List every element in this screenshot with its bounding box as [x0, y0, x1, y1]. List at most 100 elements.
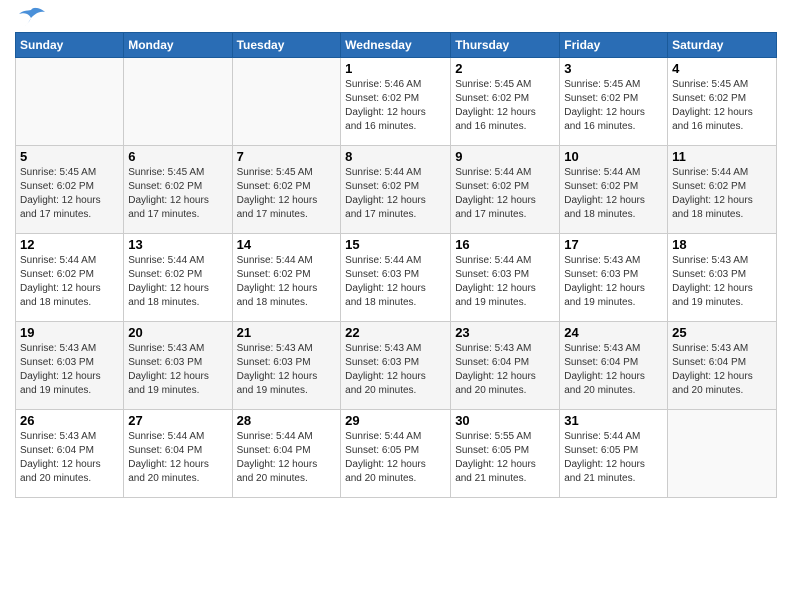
day-info: Sunrise: 5:43 AM Sunset: 6:03 PM Dayligh…: [564, 254, 663, 310]
table-row: 12 Sunrise: 5:44 AM Sunset: 6:02 PM Dayli…: [16, 234, 124, 322]
day-number: 28: [237, 413, 337, 428]
table-row: 30Sunrise: 5:55 AM Sunset: 6:05 PM Dayli…: [451, 410, 560, 498]
table-row: 21 Sunrise: 5:43 AM Sunset: 6:03 PM Dayli…: [232, 322, 341, 410]
logo-bird-icon: [17, 6, 45, 28]
day-number: 1: [345, 61, 446, 76]
day-info: Sunrise: 5:44 AM Sunset: 6:04 PM Dayligh…: [237, 430, 337, 486]
table-row: [232, 58, 341, 146]
day-info: Sunrise: 5:44 AM Sunset: 6:02 PM Dayligh…: [20, 254, 119, 310]
day-number: 11: [672, 149, 772, 164]
day-number: 21: [237, 325, 337, 340]
table-row: 20Sunrise: 5:43 AM Sunset: 6:03 PM Dayli…: [124, 322, 232, 410]
day-info: Sunrise: 5:45 AM Sunset: 6:02 PM Dayligh…: [20, 166, 119, 222]
table-row: 26 Sunrise: 5:43 AM Sunset: 6:04 PM Dayli…: [16, 410, 124, 498]
table-row: 8Sunrise: 5:44 AM Sunset: 6:02 PM Daylig…: [341, 146, 451, 234]
calendar-week-row: 5 Sunrise: 5:45 AM Sunset: 6:02 PM Daylig…: [16, 146, 777, 234]
col-sunday: Sunday: [16, 33, 124, 58]
day-info: Sunrise: 5:43 AM Sunset: 6:03 PM Dayligh…: [128, 342, 227, 398]
logo: [15, 10, 45, 24]
day-info: Sunrise: 5:44 AM Sunset: 6:03 PM Dayligh…: [345, 254, 446, 310]
table-row: [124, 58, 232, 146]
day-info: Sunrise: 5:44 AM Sunset: 6:02 PM Dayligh…: [345, 166, 446, 222]
table-row: 5 Sunrise: 5:45 AM Sunset: 6:02 PM Daylig…: [16, 146, 124, 234]
calendar-table: Sunday Monday Tuesday Wednesday Thursday…: [15, 32, 777, 498]
day-number: 10: [564, 149, 663, 164]
day-info: Sunrise: 5:44 AM Sunset: 6:05 PM Dayligh…: [345, 430, 446, 486]
calendar-week-row: 19Sunrise: 5:43 AM Sunset: 6:03 PM Dayli…: [16, 322, 777, 410]
table-row: 7 Sunrise: 5:45 AM Sunset: 6:02 PM Daylig…: [232, 146, 341, 234]
page: Sunday Monday Tuesday Wednesday Thursday…: [0, 0, 792, 612]
table-row: 24 Sunrise: 5:43 AM Sunset: 6:04 PM Dayli…: [560, 322, 668, 410]
day-info: Sunrise: 5:44 AM Sunset: 6:05 PM Dayligh…: [564, 430, 663, 486]
day-number: 3: [564, 61, 663, 76]
day-number: 23: [455, 325, 555, 340]
day-number: 25: [672, 325, 772, 340]
day-number: 30: [455, 413, 555, 428]
day-number: 16: [455, 237, 555, 252]
day-number: 24: [564, 325, 663, 340]
day-info: Sunrise: 5:45 AM Sunset: 6:02 PM Dayligh…: [672, 78, 772, 134]
table-row: 19Sunrise: 5:43 AM Sunset: 6:03 PM Dayli…: [16, 322, 124, 410]
day-number: 22: [345, 325, 446, 340]
day-info: Sunrise: 5:44 AM Sunset: 6:02 PM Dayligh…: [564, 166, 663, 222]
table-row: 6 Sunrise: 5:45 AM Sunset: 6:02 PM Daylig…: [124, 146, 232, 234]
table-row: 28 Sunrise: 5:44 AM Sunset: 6:04 PM Dayli…: [232, 410, 341, 498]
table-row: 18Sunrise: 5:43 AM Sunset: 6:03 PM Dayli…: [668, 234, 777, 322]
day-info: Sunrise: 5:44 AM Sunset: 6:04 PM Dayligh…: [128, 430, 227, 486]
day-number: 26: [20, 413, 119, 428]
day-info: Sunrise: 5:43 AM Sunset: 6:03 PM Dayligh…: [20, 342, 119, 398]
col-saturday: Saturday: [668, 33, 777, 58]
day-number: 5: [20, 149, 119, 164]
table-row: 25 Sunrise: 5:43 AM Sunset: 6:04 PM Dayli…: [668, 322, 777, 410]
day-info: Sunrise: 5:43 AM Sunset: 6:04 PM Dayligh…: [455, 342, 555, 398]
day-info: Sunrise: 5:44 AM Sunset: 6:02 PM Dayligh…: [672, 166, 772, 222]
col-monday: Monday: [124, 33, 232, 58]
table-row: 3Sunrise: 5:45 AM Sunset: 6:02 PM Daylig…: [560, 58, 668, 146]
day-info: Sunrise: 5:45 AM Sunset: 6:02 PM Dayligh…: [455, 78, 555, 134]
day-number: 12: [20, 237, 119, 252]
col-friday: Friday: [560, 33, 668, 58]
table-row: 11 Sunrise: 5:44 AM Sunset: 6:02 PM Dayli…: [668, 146, 777, 234]
day-number: 6: [128, 149, 227, 164]
day-number: 29: [345, 413, 446, 428]
table-row: 10 Sunrise: 5:44 AM Sunset: 6:02 PM Dayli…: [560, 146, 668, 234]
col-thursday: Thursday: [451, 33, 560, 58]
day-info: Sunrise: 5:43 AM Sunset: 6:04 PM Dayligh…: [672, 342, 772, 398]
day-info: Sunrise: 5:43 AM Sunset: 6:04 PM Dayligh…: [564, 342, 663, 398]
day-info: Sunrise: 5:43 AM Sunset: 6:03 PM Dayligh…: [237, 342, 337, 398]
table-row: 23 Sunrise: 5:43 AM Sunset: 6:04 PM Dayli…: [451, 322, 560, 410]
table-row: 13 Sunrise: 5:44 AM Sunset: 6:02 PM Dayli…: [124, 234, 232, 322]
table-row: 22Sunrise: 5:43 AM Sunset: 6:03 PM Dayli…: [341, 322, 451, 410]
day-info: Sunrise: 5:46 AM Sunset: 6:02 PM Dayligh…: [345, 78, 446, 134]
day-number: 2: [455, 61, 555, 76]
day-info: Sunrise: 5:44 AM Sunset: 6:02 PM Dayligh…: [455, 166, 555, 222]
table-row: 29 Sunrise: 5:44 AM Sunset: 6:05 PM Dayli…: [341, 410, 451, 498]
col-tuesday: Tuesday: [232, 33, 341, 58]
calendar-week-row: 12 Sunrise: 5:44 AM Sunset: 6:02 PM Dayli…: [16, 234, 777, 322]
day-number: 31: [564, 413, 663, 428]
table-row: 14Sunrise: 5:44 AM Sunset: 6:02 PM Dayli…: [232, 234, 341, 322]
day-info: Sunrise: 5:44 AM Sunset: 6:03 PM Dayligh…: [455, 254, 555, 310]
table-row: 15Sunrise: 5:44 AM Sunset: 6:03 PM Dayli…: [341, 234, 451, 322]
day-number: 13: [128, 237, 227, 252]
day-number: 4: [672, 61, 772, 76]
logo-text-block: [15, 10, 45, 24]
day-info: Sunrise: 5:44 AM Sunset: 6:02 PM Dayligh…: [128, 254, 227, 310]
day-number: 7: [237, 149, 337, 164]
calendar-week-row: 1 Sunrise: 5:46 AM Sunset: 6:02 PM Daylig…: [16, 58, 777, 146]
day-info: Sunrise: 5:45 AM Sunset: 6:02 PM Dayligh…: [237, 166, 337, 222]
day-info: Sunrise: 5:43 AM Sunset: 6:03 PM Dayligh…: [672, 254, 772, 310]
table-row: 31 Sunrise: 5:44 AM Sunset: 6:05 PM Dayli…: [560, 410, 668, 498]
day-number: 17: [564, 237, 663, 252]
day-number: 9: [455, 149, 555, 164]
table-row: 4 Sunrise: 5:45 AM Sunset: 6:02 PM Daylig…: [668, 58, 777, 146]
day-info: Sunrise: 5:44 AM Sunset: 6:02 PM Dayligh…: [237, 254, 337, 310]
day-info: Sunrise: 5:43 AM Sunset: 6:04 PM Dayligh…: [20, 430, 119, 486]
table-row: 17 Sunrise: 5:43 AM Sunset: 6:03 PM Dayli…: [560, 234, 668, 322]
header: [15, 10, 777, 24]
table-row: 27Sunrise: 5:44 AM Sunset: 6:04 PM Dayli…: [124, 410, 232, 498]
table-row: 1 Sunrise: 5:46 AM Sunset: 6:02 PM Daylig…: [341, 58, 451, 146]
table-row: 16 Sunrise: 5:44 AM Sunset: 6:03 PM Dayli…: [451, 234, 560, 322]
day-info: Sunrise: 5:45 AM Sunset: 6:02 PM Dayligh…: [128, 166, 227, 222]
table-row: [668, 410, 777, 498]
